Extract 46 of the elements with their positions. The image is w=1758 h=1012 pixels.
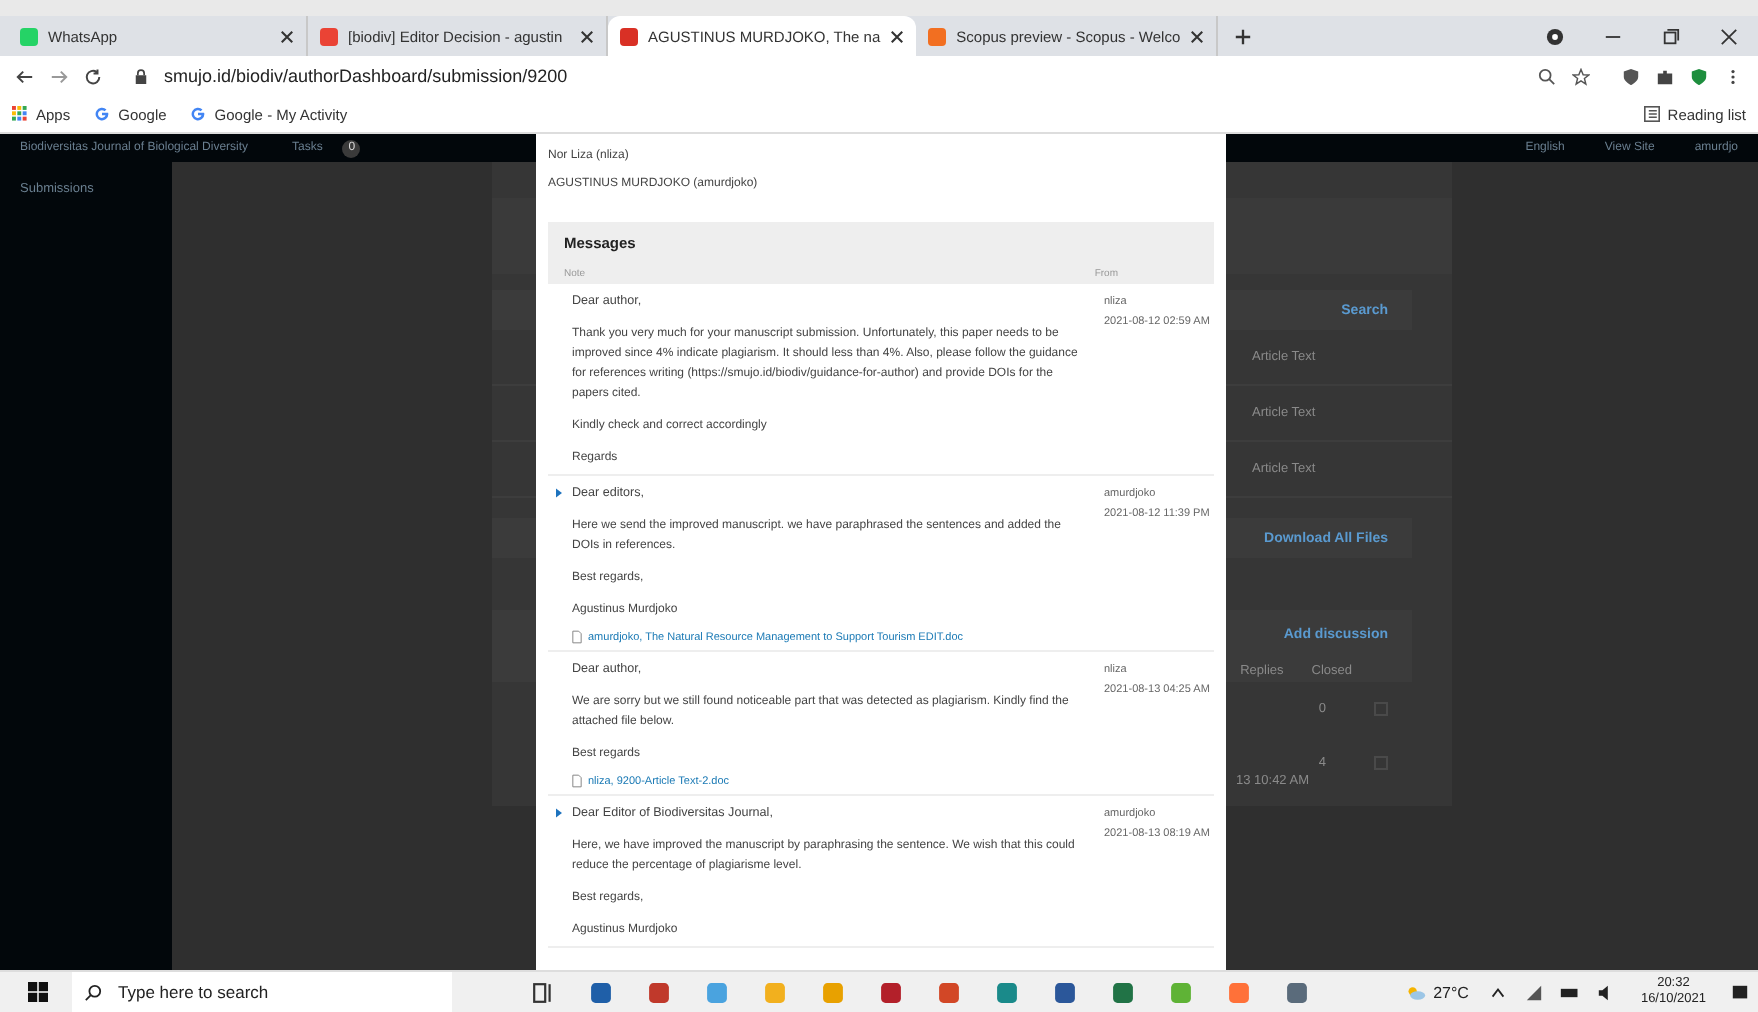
close-icon[interactable] bbox=[580, 29, 594, 43]
plus-icon[interactable] bbox=[1234, 27, 1253, 45]
reload-icon[interactable] bbox=[84, 67, 102, 85]
profile-icon[interactable] bbox=[1546, 27, 1564, 45]
close-icon[interactable] bbox=[890, 29, 905, 43]
apps-grid-icon bbox=[12, 106, 28, 122]
chevron-up-icon[interactable] bbox=[1488, 983, 1509, 1001]
app-icon[interactable] bbox=[880, 981, 902, 1003]
star-icon[interactable] bbox=[1572, 67, 1590, 85]
wifi-icon[interactable] bbox=[1524, 983, 1545, 1001]
app-icon[interactable] bbox=[648, 981, 670, 1003]
app-icon[interactable] bbox=[1054, 981, 1076, 1003]
app-icon[interactable] bbox=[590, 981, 612, 1003]
app-icon[interactable] bbox=[1286, 981, 1308, 1003]
file-icon bbox=[572, 630, 582, 644]
site-icon bbox=[20, 27, 38, 45]
app-icon[interactable] bbox=[1112, 981, 1134, 1003]
zoom-icon[interactable] bbox=[1538, 67, 1556, 85]
back-icon[interactable] bbox=[16, 67, 34, 85]
close-icon[interactable] bbox=[1720, 27, 1738, 45]
shield-icon[interactable] bbox=[1690, 67, 1708, 85]
windows-logo-icon[interactable] bbox=[28, 982, 48, 1002]
forward-icon[interactable] bbox=[50, 67, 68, 85]
restore-icon[interactable] bbox=[1662, 27, 1680, 45]
weather-text[interactable]: 27°C bbox=[1433, 983, 1469, 1001]
list-icon bbox=[1643, 106, 1660, 122]
task-view-icon[interactable] bbox=[532, 981, 554, 1003]
unread-marker-icon[interactable] bbox=[556, 808, 562, 818]
google-g-icon bbox=[190, 106, 207, 122]
search-icon bbox=[84, 983, 102, 1001]
site-icon bbox=[320, 27, 338, 45]
shield-icon[interactable] bbox=[1622, 67, 1640, 85]
site-icon bbox=[928, 27, 947, 45]
unread-marker-icon[interactable] bbox=[556, 488, 562, 498]
close-icon[interactable] bbox=[280, 29, 294, 43]
site-icon bbox=[620, 27, 638, 45]
close-icon[interactable] bbox=[1190, 29, 1205, 43]
taskbar-search-field[interactable]: Type here to search bbox=[72, 972, 452, 1012]
app-icon[interactable] bbox=[996, 981, 1018, 1003]
battery-icon[interactable] bbox=[1560, 983, 1581, 1001]
address-bar[interactable]: smujo.id/biodiv/authorDashboard/submission/9200 bbox=[118, 60, 1606, 92]
url-text: smujo.id/biodiv/authorDashboard/submission/9200 bbox=[164, 66, 568, 86]
google-g-icon bbox=[94, 106, 111, 122]
file-icon bbox=[572, 774, 582, 788]
app-icon[interactable] bbox=[938, 981, 960, 1003]
lock-icon bbox=[134, 67, 148, 85]
